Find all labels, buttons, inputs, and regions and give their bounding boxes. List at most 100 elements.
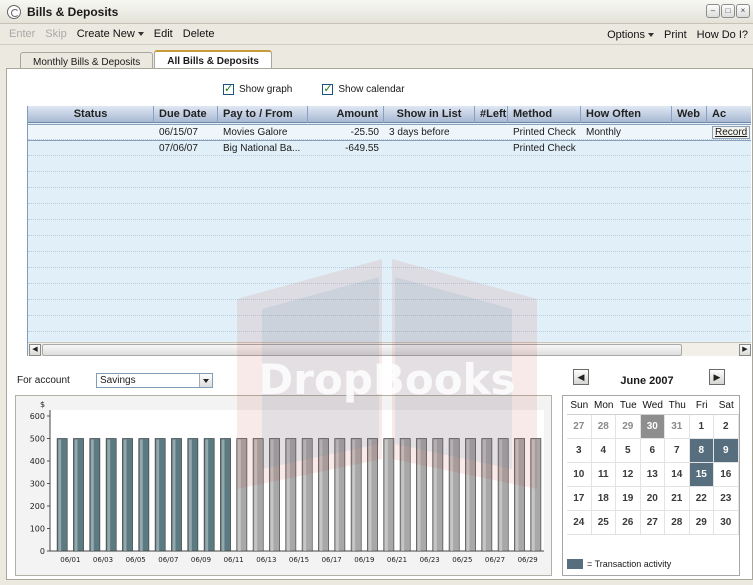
weekday-label: Mon	[594, 400, 614, 411]
y-tick-label: 400	[30, 457, 45, 466]
calendar-day[interactable]: 7	[665, 439, 690, 463]
edit-menu[interactable]: Edit	[149, 28, 178, 40]
grid-body: 06/15/07 Movies Galore -25.50 3 days bef…	[28, 123, 751, 356]
calendar-day[interactable]: 31	[665, 415, 690, 439]
prev-month-button[interactable]: ◀	[573, 369, 589, 385]
weekday-label: Thu	[668, 400, 686, 411]
calendar-day[interactable]: 26	[616, 511, 641, 535]
tab-all-bills[interactable]: All Bills & Deposits	[154, 50, 272, 70]
show-calendar-checkbox[interactable]: Show calendar	[322, 82, 405, 95]
calendar-day[interactable]: 12	[616, 463, 641, 487]
col-action[interactable]: Ac	[707, 106, 751, 123]
calendar-day[interactable]: 30	[714, 511, 739, 535]
scroll-right-icon[interactable]: ▶	[739, 344, 751, 356]
record-button[interactable]: Record	[712, 126, 751, 139]
col-status[interactable]: Status	[28, 106, 154, 123]
calendar-day[interactable]: 21	[665, 487, 690, 511]
app-icon	[7, 4, 21, 19]
minimize-icon[interactable]: –	[706, 4, 720, 18]
calendar-day[interactable]: 29	[689, 511, 714, 535]
col-show-in-list[interactable]: Show in List	[384, 106, 475, 123]
account-value: Savings	[100, 375, 136, 386]
calendar-day[interactable]: 5	[616, 439, 641, 463]
cell-status	[28, 141, 154, 156]
scrollbar-thumb[interactable]	[42, 344, 682, 356]
calendar-day[interactable]: 27	[567, 415, 592, 439]
window-controls: – □ ×	[706, 4, 750, 18]
delete-menu[interactable]: Delete	[178, 28, 220, 40]
x-tick-label: 06/13	[256, 556, 276, 564]
next-month-button[interactable]: ▶	[709, 369, 725, 385]
calendar-day[interactable]: 3	[567, 439, 592, 463]
bar-highlight	[58, 439, 62, 551]
calendar-day[interactable]: 24	[567, 511, 592, 535]
calendar-day[interactable]: 15	[689, 463, 714, 487]
calendar-day[interactable]: 16	[714, 463, 739, 487]
create-new-menu[interactable]: Create New	[72, 28, 149, 40]
calendar-day[interactable]: 17	[567, 487, 592, 511]
calendar-day[interactable]: 9	[714, 439, 739, 463]
skip-menu[interactable]: Skip	[40, 28, 71, 40]
calendar-day[interactable]: 22	[689, 487, 714, 511]
enter-menu[interactable]: Enter	[4, 28, 40, 40]
calendar-day[interactable]: 11	[591, 463, 616, 487]
calendar-day[interactable]: 20	[640, 487, 665, 511]
col-amount[interactable]: Amount	[308, 106, 384, 123]
calendar-day[interactable]: 25	[591, 511, 616, 535]
calendar-day[interactable]: 27	[640, 511, 665, 535]
y-tick-label: 500	[30, 435, 45, 444]
x-tick-label: 06/17	[322, 556, 342, 564]
close-icon[interactable]: ×	[736, 4, 750, 18]
calendar-day[interactable]: 4	[591, 439, 616, 463]
calendar-day[interactable]: 28	[591, 415, 616, 439]
calendar-day[interactable]: 18	[591, 487, 616, 511]
scroll-left-icon[interactable]: ◀	[29, 344, 41, 356]
horizontal-scrollbar[interactable]: ◀ ▶	[28, 342, 751, 356]
legend-text: = Transaction activity	[587, 559, 672, 569]
y-tick-label: 100	[30, 525, 45, 534]
bar-highlight	[450, 439, 454, 551]
calendar-day[interactable]: 10	[567, 463, 592, 487]
options-menu[interactable]: Options	[602, 29, 659, 41]
col-pay-to[interactable]: Pay to / From	[218, 106, 308, 123]
checkbox-checked-icon	[223, 82, 234, 95]
table-row[interactable]: 06/15/07 Movies Galore -25.50 3 days bef…	[28, 124, 751, 141]
how-do-i-menu[interactable]: How Do I?	[692, 29, 753, 41]
calendar-day[interactable]: 1	[689, 415, 714, 439]
col-how-often[interactable]: How Often	[581, 106, 672, 123]
show-graph-label: Show graph	[239, 84, 293, 95]
bar-highlight	[335, 439, 339, 551]
bar-highlight	[90, 439, 94, 551]
show-graph-checkbox[interactable]: Show graph	[223, 82, 293, 95]
col-due-date[interactable]: Due Date	[154, 106, 218, 123]
chevron-down-icon[interactable]	[199, 374, 212, 387]
calendar-day[interactable]: 6	[640, 439, 665, 463]
calendar-day[interactable]: 23	[714, 487, 739, 511]
bar-highlight	[368, 439, 372, 551]
weekday-label: Fri	[695, 400, 708, 411]
calendar-day[interactable]: 30	[640, 415, 665, 439]
calendar-day[interactable]: 29	[616, 415, 641, 439]
x-tick-label: 06/11	[224, 556, 244, 564]
calendar-day[interactable]: 19	[616, 487, 641, 511]
calendar-day[interactable]: 13	[640, 463, 665, 487]
chart-canvas: 0 100 200 300 400 500 600 $06/01 06/03 06/05 06/07…	[30, 400, 544, 564]
view-options: Show graph Show calendar	[223, 82, 405, 95]
bar-highlight	[139, 439, 143, 551]
cell-amount: -25.50	[350, 127, 379, 138]
chevron-down-icon	[137, 32, 144, 37]
calendar-day[interactable]: 14	[665, 463, 690, 487]
empty-row	[28, 173, 751, 188]
bar-highlight	[352, 439, 356, 551]
print-menu[interactable]: Print	[659, 29, 692, 41]
calendar-day[interactable]: 8	[689, 439, 714, 463]
calendar-day[interactable]: 28	[665, 511, 690, 535]
col-left[interactable]: #Left	[475, 106, 508, 123]
account-dropdown[interactable]: Savings	[96, 373, 213, 388]
col-web[interactable]: Web	[672, 106, 707, 123]
col-method[interactable]: Method	[508, 106, 581, 123]
maximize-icon[interactable]: □	[721, 4, 735, 18]
table-row[interactable]: 07/06/07 Big National Ba... -649.55 Prin…	[28, 141, 751, 156]
bar-chart: 0 100 200 300 400 500 600 $06/01 06/03 06/05 06/07…	[15, 395, 552, 576]
calendar-day[interactable]: 2	[714, 415, 739, 439]
